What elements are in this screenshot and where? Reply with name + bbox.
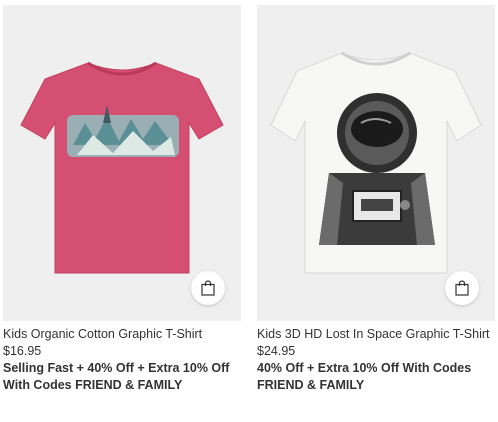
product-title[interactable]: Kids Organic Cotton Graphic T-Shirt <box>3 326 241 343</box>
product-price: $16.95 <box>3 344 42 358</box>
product-image[interactable] <box>257 5 495 321</box>
add-to-bag-button[interactable] <box>191 271 225 305</box>
shopping-bag-icon <box>201 280 215 296</box>
product-card-organic-cotton[interactable]: Kids Organic Cotton Graphic T-Shirt $16.… <box>3 5 241 394</box>
product-price: $24.95 <box>257 344 296 358</box>
product-card-lost-in-space[interactable]: Kids 3D HD Lost In Space Graphic T-Shirt… <box>257 5 495 394</box>
product-promo: Selling Fast + 40% Off + Extra 10% Off W… <box>3 361 230 392</box>
shopping-bag-icon <box>455 280 469 296</box>
add-to-bag-button[interactable] <box>445 271 479 305</box>
product-promo: 40% Off + Extra 10% Off With Codes FRIEN… <box>257 361 472 392</box>
product-title[interactable]: Kids 3D HD Lost In Space Graphic T-Shirt <box>257 326 495 343</box>
product-image[interactable] <box>3 5 241 321</box>
